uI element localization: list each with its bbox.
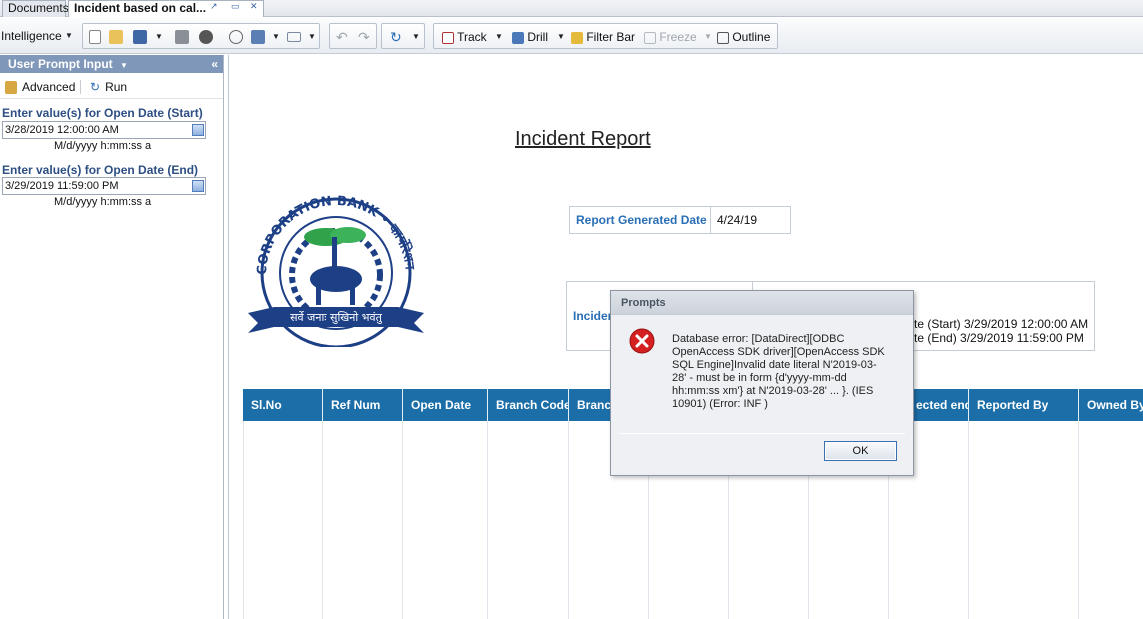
divider	[80, 80, 81, 94]
collapse-icon[interactable]: «	[211, 55, 218, 73]
track-icon	[442, 32, 454, 44]
calendar-icon[interactable]	[192, 124, 204, 136]
outline-icon	[717, 32, 729, 44]
new-document-icon[interactable]	[89, 28, 101, 46]
panel-actions: Advanced ↻ Run	[0, 75, 223, 99]
error-message: Database error: [DataDirect][ODBC OpenAc…	[672, 333, 885, 410]
chevron-down-icon[interactable]: ▼	[272, 28, 280, 46]
intelligence-menu[interactable]: Intelligence	[1, 27, 62, 45]
filter-bar-label: Filter Bar	[586, 30, 636, 44]
freeze-icon	[644, 32, 656, 44]
prompt-label-start: Enter value(s) for Open Date (Start)	[2, 106, 203, 120]
chevron-down-icon[interactable]: ▼	[495, 28, 503, 46]
table-column	[323, 421, 403, 619]
run-label: Run	[105, 80, 128, 94]
column-header[interactable]: Sl.No	[243, 389, 323, 421]
date-format-hint: M/d/yyyy h:mm:ss a	[54, 196, 152, 208]
filter-icon	[571, 32, 583, 44]
document-tab-bar: Documents Incident based on cal... ↗ ▭ ✕	[0, 0, 1143, 17]
ok-button[interactable]: OK	[824, 441, 897, 461]
prompts-error-dialog: Prompts Database error: [DataDirect][ODB…	[610, 290, 914, 476]
chevron-down-icon[interactable]: ▼	[65, 27, 73, 45]
run-button[interactable]: ↻ Run	[90, 79, 127, 95]
freeze-button[interactable]: Freeze	[644, 28, 697, 46]
dialog-title: Prompts	[611, 291, 913, 315]
close-tab-icon[interactable]: ✕	[250, 1, 258, 12]
filter-bar-button[interactable]: Filter Bar	[571, 28, 635, 46]
run-icon: ↻	[90, 80, 101, 94]
advanced-label: Advanced	[22, 80, 76, 94]
restore-icon[interactable]: ▭	[231, 1, 240, 12]
drill-label: Drill	[527, 30, 549, 44]
column-header[interactable]: Owned By	[1079, 389, 1143, 421]
track-label: Track	[457, 30, 487, 44]
report-generated-box: Report Generated Date 4/24/19	[569, 206, 791, 234]
outline-button[interactable]: Outline	[717, 28, 770, 46]
table-column	[488, 421, 569, 619]
file-toolbar-group: ▼ ▼ ▼	[82, 23, 320, 49]
chevron-down-icon[interactable]: ▼	[704, 28, 712, 46]
report-title: Incident Report	[515, 128, 651, 150]
export-icon[interactable]	[251, 28, 265, 46]
column-header[interactable]: Reported By	[969, 389, 1079, 421]
user-prompt-panel: User Prompt Input ▼ « Advanced ↻ Run Ente…	[0, 55, 224, 619]
track-button[interactable]: Track	[442, 28, 487, 46]
error-icon	[629, 328, 655, 354]
undo-redo-group: ↶ ↷	[329, 23, 377, 49]
filter-start-text: te (Start) 3/29/2019 12:00:00 AM	[914, 317, 1089, 331]
advanced-icon	[5, 81, 17, 94]
drill-button[interactable]: Drill	[512, 28, 548, 46]
drill-icon	[512, 32, 524, 44]
redo-icon[interactable]: ↷	[358, 28, 370, 46]
divider	[619, 433, 905, 434]
chevron-down-icon[interactable]: ▼	[308, 28, 316, 46]
refresh-group: ↻ ▼	[381, 23, 425, 49]
incident-label: Inciden	[573, 309, 616, 323]
tab-documents[interactable]: Documents	[2, 0, 69, 17]
column-header[interactable]: Open Date	[403, 389, 488, 421]
intelligence-label: Intelligence	[1, 29, 62, 43]
outline-label: Outline	[732, 30, 771, 44]
calendar-icon[interactable]	[192, 180, 204, 192]
print-icon[interactable]	[175, 28, 189, 46]
open-date-end-input[interactable]	[2, 177, 206, 195]
table-column	[403, 421, 488, 619]
filter-end-text: te (End) 3/29/2019 11:59:00 PM	[914, 331, 1084, 345]
advanced-button[interactable]: Advanced	[5, 79, 75, 95]
logo-banner-text: सर्वे जनाः सुखिनो भवंतु	[290, 311, 383, 324]
report-generated-value: 4/24/19	[717, 213, 758, 227]
prompt-label-end: Enter value(s) for Open Date (End)	[2, 163, 199, 177]
table-column	[969, 421, 1079, 619]
save-icon[interactable]	[133, 28, 147, 46]
main-toolbar: Intelligence ▼ ▼ ▼ ▼ ↶ ↷ ↻ ▼ Track ▼ Dri…	[0, 18, 1143, 54]
analysis-toolbar-group: Track ▼ Drill ▼ Filter Bar Freeze ▼ Outl…	[433, 23, 778, 49]
open-folder-icon[interactable]	[109, 28, 123, 46]
tab-label: Incident based on cal...	[74, 1, 207, 15]
open-date-start-input[interactable]	[2, 121, 206, 139]
refresh-icon[interactable]: ↻	[390, 28, 402, 46]
table-column	[243, 421, 323, 619]
undo-icon[interactable]: ↶	[336, 28, 348, 46]
pin-icon[interactable]: ↗	[210, 1, 218, 12]
column-header[interactable]: Ref Num	[323, 389, 403, 421]
bank-logo: CORPORATION BANK • कार्पोरेशन बैंक सर्वे…	[244, 195, 424, 347]
chevron-down-icon[interactable]: ▼	[120, 61, 128, 70]
date-format-hint: M/d/yyyy h:mm:ss a	[54, 140, 152, 152]
chevron-down-icon[interactable]: ▼	[412, 28, 420, 46]
report-generated-label: Report Generated Date	[570, 207, 711, 233]
chevron-down-icon[interactable]: ▼	[557, 28, 565, 46]
history-icon[interactable]	[229, 28, 243, 46]
panel-header: User Prompt Input ▼ «	[0, 55, 223, 73]
email-icon[interactable]	[287, 28, 301, 46]
panel-title: User Prompt Input	[8, 57, 113, 71]
column-header[interactable]: Branch Code	[488, 389, 569, 421]
find-icon[interactable]	[199, 28, 213, 46]
chevron-down-icon[interactable]: ▼	[155, 28, 163, 46]
freeze-label: Freeze	[659, 30, 697, 44]
